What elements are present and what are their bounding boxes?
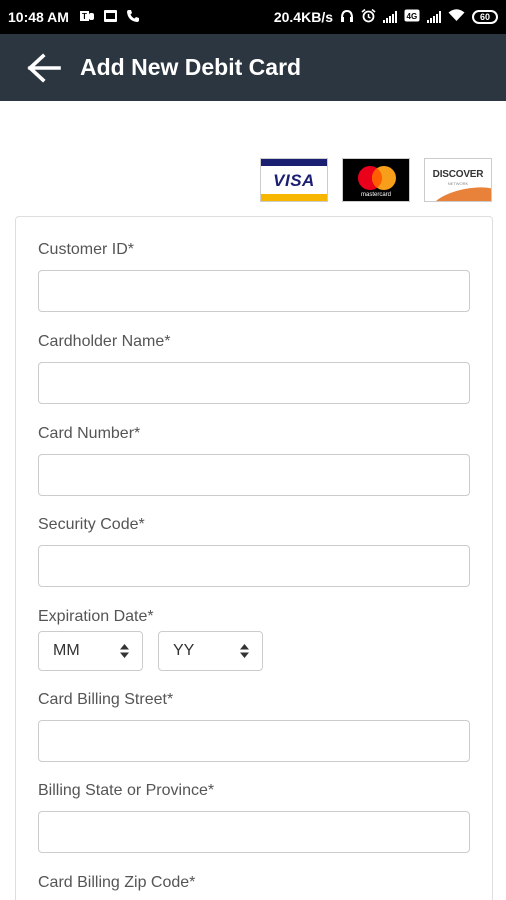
teams-icon: T — [79, 9, 95, 26]
billing-state-label: Billing State or Province* — [38, 782, 215, 799]
sort-arrows-icon — [239, 643, 250, 659]
expiration-year-value: YY — [173, 642, 195, 659]
phone-icon — [126, 9, 140, 26]
battery-level: 60 — [479, 11, 490, 22]
alarm-icon — [361, 8, 376, 26]
network-speed: 20.4KB/s — [273, 9, 333, 25]
billing-zip-label: Card Billing Zip Code* — [38, 874, 196, 891]
visa-logo: VISA — [260, 158, 328, 202]
cardholder-name-input[interactable] — [38, 362, 470, 404]
customer-id-input[interactable] — [38, 270, 470, 312]
wifi-icon — [448, 9, 465, 25]
billing-street-input[interactable] — [38, 720, 470, 762]
expiration-year-select[interactable]: YY — [158, 631, 263, 671]
security-code-input[interactable] — [38, 545, 470, 587]
status-bar: 10:48 AM T 20.4KB/s 4G 60 — [0, 0, 506, 34]
security-code-label: Security Code* — [38, 516, 145, 533]
headset-icon — [340, 9, 354, 26]
status-time: 10:48 AM — [8, 9, 69, 25]
billing-street-label: Card Billing Street* — [38, 691, 174, 708]
mastercard-logo: mastercard — [342, 158, 410, 202]
expiration-month-select[interactable]: MM — [38, 631, 143, 671]
signal-icon — [427, 11, 441, 23]
cardholder-name-field: Cardholder Name* — [38, 333, 470, 404]
volte-icon: 4G — [404, 9, 420, 25]
debit-card-form: Customer ID* Cardholder Name* Card Numbe… — [15, 216, 493, 900]
expiration-month-value: MM — [53, 642, 80, 659]
sort-arrows-icon — [119, 643, 130, 659]
billing-zip-field: Card Billing Zip Code* — [38, 874, 470, 892]
signal-icon — [383, 11, 397, 23]
customer-id-field: Customer ID* — [38, 241, 470, 312]
page-title: Add New Debit Card — [80, 54, 302, 80]
svg-text:4G: 4G — [407, 12, 418, 21]
back-button[interactable] — [26, 50, 62, 86]
card-number-input[interactable] — [38, 454, 470, 496]
discover-subtext: NETWORK — [447, 181, 469, 186]
security-code-field: Security Code* — [38, 516, 470, 587]
card-number-field: Card Number* — [38, 425, 470, 496]
customer-id-label: Customer ID* — [38, 241, 135, 258]
billing-state-field: Billing State or Province* — [38, 782, 470, 853]
cardholder-name-label: Cardholder Name* — [38, 333, 171, 350]
card-brand-logos: VISA mastercard DISCOVER NETWORK — [260, 158, 492, 202]
expiration-date-label: Expiration Date* — [38, 608, 154, 625]
battery-icon: 60 — [472, 10, 498, 24]
visa-wordmark: VISA — [273, 171, 315, 190]
mastercard-wordmark: mastercard — [360, 192, 391, 198]
arrow-left-icon — [27, 52, 61, 83]
outlook-icon — [103, 9, 118, 26]
card-number-label: Card Number* — [38, 425, 141, 442]
svg-text:T: T — [82, 12, 87, 21]
discover-logo: DISCOVER NETWORK — [424, 158, 492, 202]
discover-wordmark: DISCOVER — [432, 169, 484, 180]
expiration-date-field: Expiration Date* MM YY — [38, 608, 470, 671]
billing-street-field: Card Billing Street* — [38, 691, 470, 762]
billing-state-input[interactable] — [38, 811, 470, 853]
app-bar: Add New Debit Card — [0, 34, 506, 101]
